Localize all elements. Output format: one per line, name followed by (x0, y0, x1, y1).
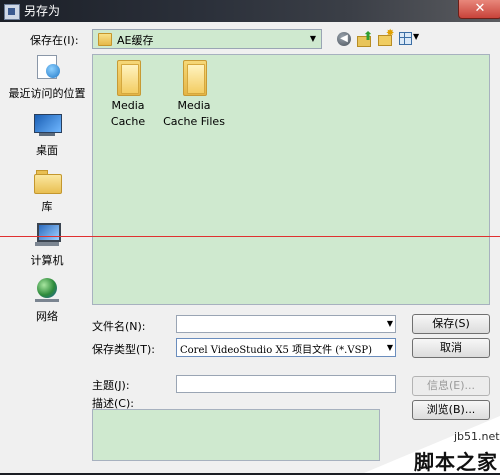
title-bar (0, 0, 500, 22)
list-item-name-line2: Cache (110, 115, 146, 128)
desktop-icon (33, 112, 62, 138)
location-combo[interactable]: AE缓存 ▼ (92, 29, 322, 49)
filetype-label: 保存类型(T): (92, 343, 156, 356)
places-item-label: 桌面 (36, 144, 58, 157)
chevron-down-icon[interactable]: ▼ (387, 339, 393, 356)
computer-icon (33, 222, 61, 248)
browse-button[interactable]: 浏览(B)... (412, 400, 490, 420)
filename-label: 文件名(N): (92, 320, 146, 333)
list-item-name-line2: Cache Files (163, 115, 225, 128)
places-item-computer[interactable]: 计算机 (8, 222, 86, 268)
places-item-label: 库 (41, 200, 53, 213)
library-icon (33, 168, 62, 194)
window-title: 另存为 (24, 4, 61, 18)
save-in-label: 保存在(I): (30, 34, 79, 47)
close-icon: ✕ (474, 1, 486, 16)
watermark-text: 脚本之家 (414, 450, 498, 474)
location-text: AE缓存 (117, 34, 154, 47)
folder-icon (98, 33, 112, 46)
chevron-down-icon[interactable]: ▼ (387, 316, 393, 332)
list-item-name-line1: Media (111, 99, 145, 112)
red-guide-line (0, 236, 500, 237)
folder-icon (115, 60, 141, 96)
places-item-label: 最近访问的位置 (8, 87, 86, 100)
list-item[interactable]: Media Cache Files (159, 60, 229, 130)
places-item-label: 计算机 (30, 254, 64, 267)
description-field[interactable] (92, 409, 380, 461)
recent-places-icon (33, 55, 61, 81)
back-icon[interactable]: ◀ (337, 32, 351, 46)
subject-input[interactable] (176, 375, 396, 393)
places-item-label: 网络 (36, 310, 58, 323)
filetype-value: Corel VideoStudio X5 项目文件 (*.VSP) (180, 345, 373, 356)
places-item-network[interactable]: 网络 (8, 278, 86, 324)
subject-label: 主题(J): (92, 379, 130, 392)
filename-input[interactable]: ▼ (176, 315, 396, 333)
new-folder-icon[interactable]: ✸ (377, 28, 394, 46)
info-button[interactable]: 信息(E)... (412, 376, 490, 396)
up-folder-icon[interactable]: ⬆ (357, 29, 373, 47)
app-icon (4, 4, 20, 20)
filetype-select[interactable]: Corel VideoStudio X5 项目文件 (*.VSP) ▼ (176, 338, 396, 357)
folder-icon (181, 60, 207, 96)
chevron-down-icon[interactable]: ▼ (305, 30, 321, 48)
places-item-desktop[interactable]: 桌面 (8, 112, 86, 158)
view-menu-icon[interactable]: ▼ (398, 31, 422, 46)
close-button[interactable]: ✕ (458, 0, 500, 19)
watermark-site: jb51.net (454, 430, 500, 443)
cancel-button[interactable]: 取消 (412, 338, 490, 358)
places-item-recent[interactable]: 最近访问的位置 (8, 55, 86, 101)
list-item[interactable]: Media Cache (93, 60, 163, 130)
list-item-name-line1: Media (177, 99, 211, 112)
save-button[interactable]: 保存(S) (412, 314, 490, 334)
network-icon (33, 278, 61, 304)
places-item-library[interactable]: 库 (8, 168, 86, 214)
